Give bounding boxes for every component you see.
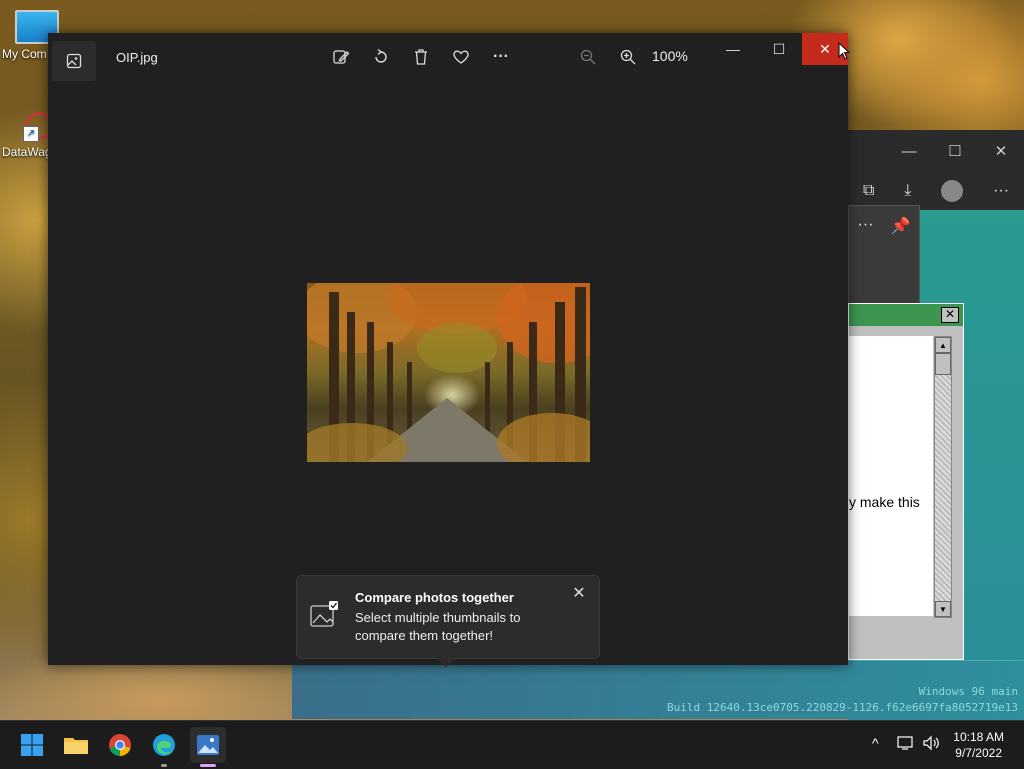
background-browser-window: — ☐ ✕ ⧉ ⤓ ··· [848, 130, 1024, 210]
network-icon[interactable] [897, 735, 915, 754]
show-hidden-icons-icon[interactable]: ^ [872, 735, 879, 751]
dialog-scrollbar[interactable]: ▲ ▼ [934, 336, 952, 618]
file-explorer-button[interactable] [58, 727, 94, 763]
win96-dialog-content: y make this [849, 336, 933, 616]
favorite-icon[interactable] [448, 42, 474, 72]
photos-taskbar-button[interactable] [190, 727, 226, 767]
tip-pointer [437, 650, 455, 668]
minimize-button[interactable]: — [710, 33, 756, 65]
win96-build-text: Build 12640.13ce0705.220829-1126.f62e669… [667, 701, 1018, 714]
clock-time: 10:18 AM [953, 730, 1004, 744]
dialog-text: y make this [849, 494, 920, 510]
scroll-thumb[interactable] [935, 353, 951, 375]
edit-icon[interactable] [328, 42, 354, 72]
chrome-button[interactable] [102, 727, 138, 763]
download-icon[interactable]: ⤓ [904, 182, 911, 200]
bg-window-titlebar: — ☐ ✕ [848, 130, 1024, 172]
tip-title: Compare photos together [355, 590, 514, 605]
tip-body: Select multiple thumbnails to compare th… [355, 610, 521, 643]
maximize-icon[interactable]: ☐ [932, 142, 978, 160]
photos-window: OIP.jpg ··· 100% — ☐ ✕ Compare photos to… [48, 33, 848, 668]
photos-titlebar: OIP.jpg ··· 100% — ☐ ✕ [48, 33, 848, 81]
rotate-icon[interactable] [368, 42, 394, 72]
zoom-out-icon[interactable] [575, 42, 601, 72]
start-button[interactable] [14, 727, 50, 763]
more-icon[interactable]: ··· [488, 42, 514, 72]
win96-dialog: ✕ y make this ▲ ▼ [848, 303, 964, 660]
delete-icon[interactable] [408, 42, 434, 72]
folder-icon [64, 738, 88, 754]
close-icon: ✕ [819, 40, 831, 57]
close-icon[interactable]: ✕ [941, 307, 959, 323]
close-icon[interactable]: ✕ [571, 586, 587, 602]
win96-desktop-strip: Windows 96 main Build 12640.13ce0705.220… [292, 660, 1024, 719]
taskbar: ^ 10:18 AM 9/7/2022 [0, 720, 1024, 769]
edge-button[interactable] [146, 727, 182, 767]
windows-logo-icon [21, 734, 43, 756]
win96-version-text: Windows 96 main [918, 685, 1018, 698]
mouse-cursor-icon [838, 42, 850, 60]
win96-dialog-titlebar: ✕ [849, 304, 963, 326]
file-name: OIP.jpg [116, 50, 158, 65]
minimize-icon[interactable]: — [886, 143, 932, 160]
teaching-tip: Compare photos together Select multiple … [296, 575, 600, 668]
maximize-button[interactable]: ☐ [756, 33, 802, 65]
chrome-icon [109, 734, 131, 756]
collections-icon[interactable]: ⧉ [863, 182, 874, 200]
compare-photos-icon [309, 600, 339, 630]
photo-image [307, 283, 590, 462]
maximize-icon: ☐ [772, 40, 786, 57]
more-icon[interactable]: ··· [993, 182, 1009, 200]
photos-icon [197, 735, 219, 755]
scroll-down-icon[interactable]: ▼ [935, 601, 951, 617]
clock-date: 9/7/2022 [955, 746, 1002, 760]
close-icon[interactable]: ✕ [978, 142, 1024, 160]
edge-icon [153, 734, 175, 756]
minimize-icon: — [726, 41, 740, 57]
system-clock[interactable]: 10:18 AM 9/7/2022 [953, 729, 1004, 761]
more-icon[interactable]: ··· [858, 216, 874, 236]
volume-icon[interactable] [922, 735, 940, 754]
scroll-up-icon[interactable]: ▲ [935, 337, 951, 353]
photos-app-icon[interactable] [52, 41, 96, 81]
pin-icon[interactable]: 📌 [891, 216, 911, 236]
profile-avatar-icon[interactable] [941, 180, 964, 202]
zoom-in-icon[interactable] [615, 42, 641, 72]
zoom-level[interactable]: 100% [652, 48, 688, 64]
